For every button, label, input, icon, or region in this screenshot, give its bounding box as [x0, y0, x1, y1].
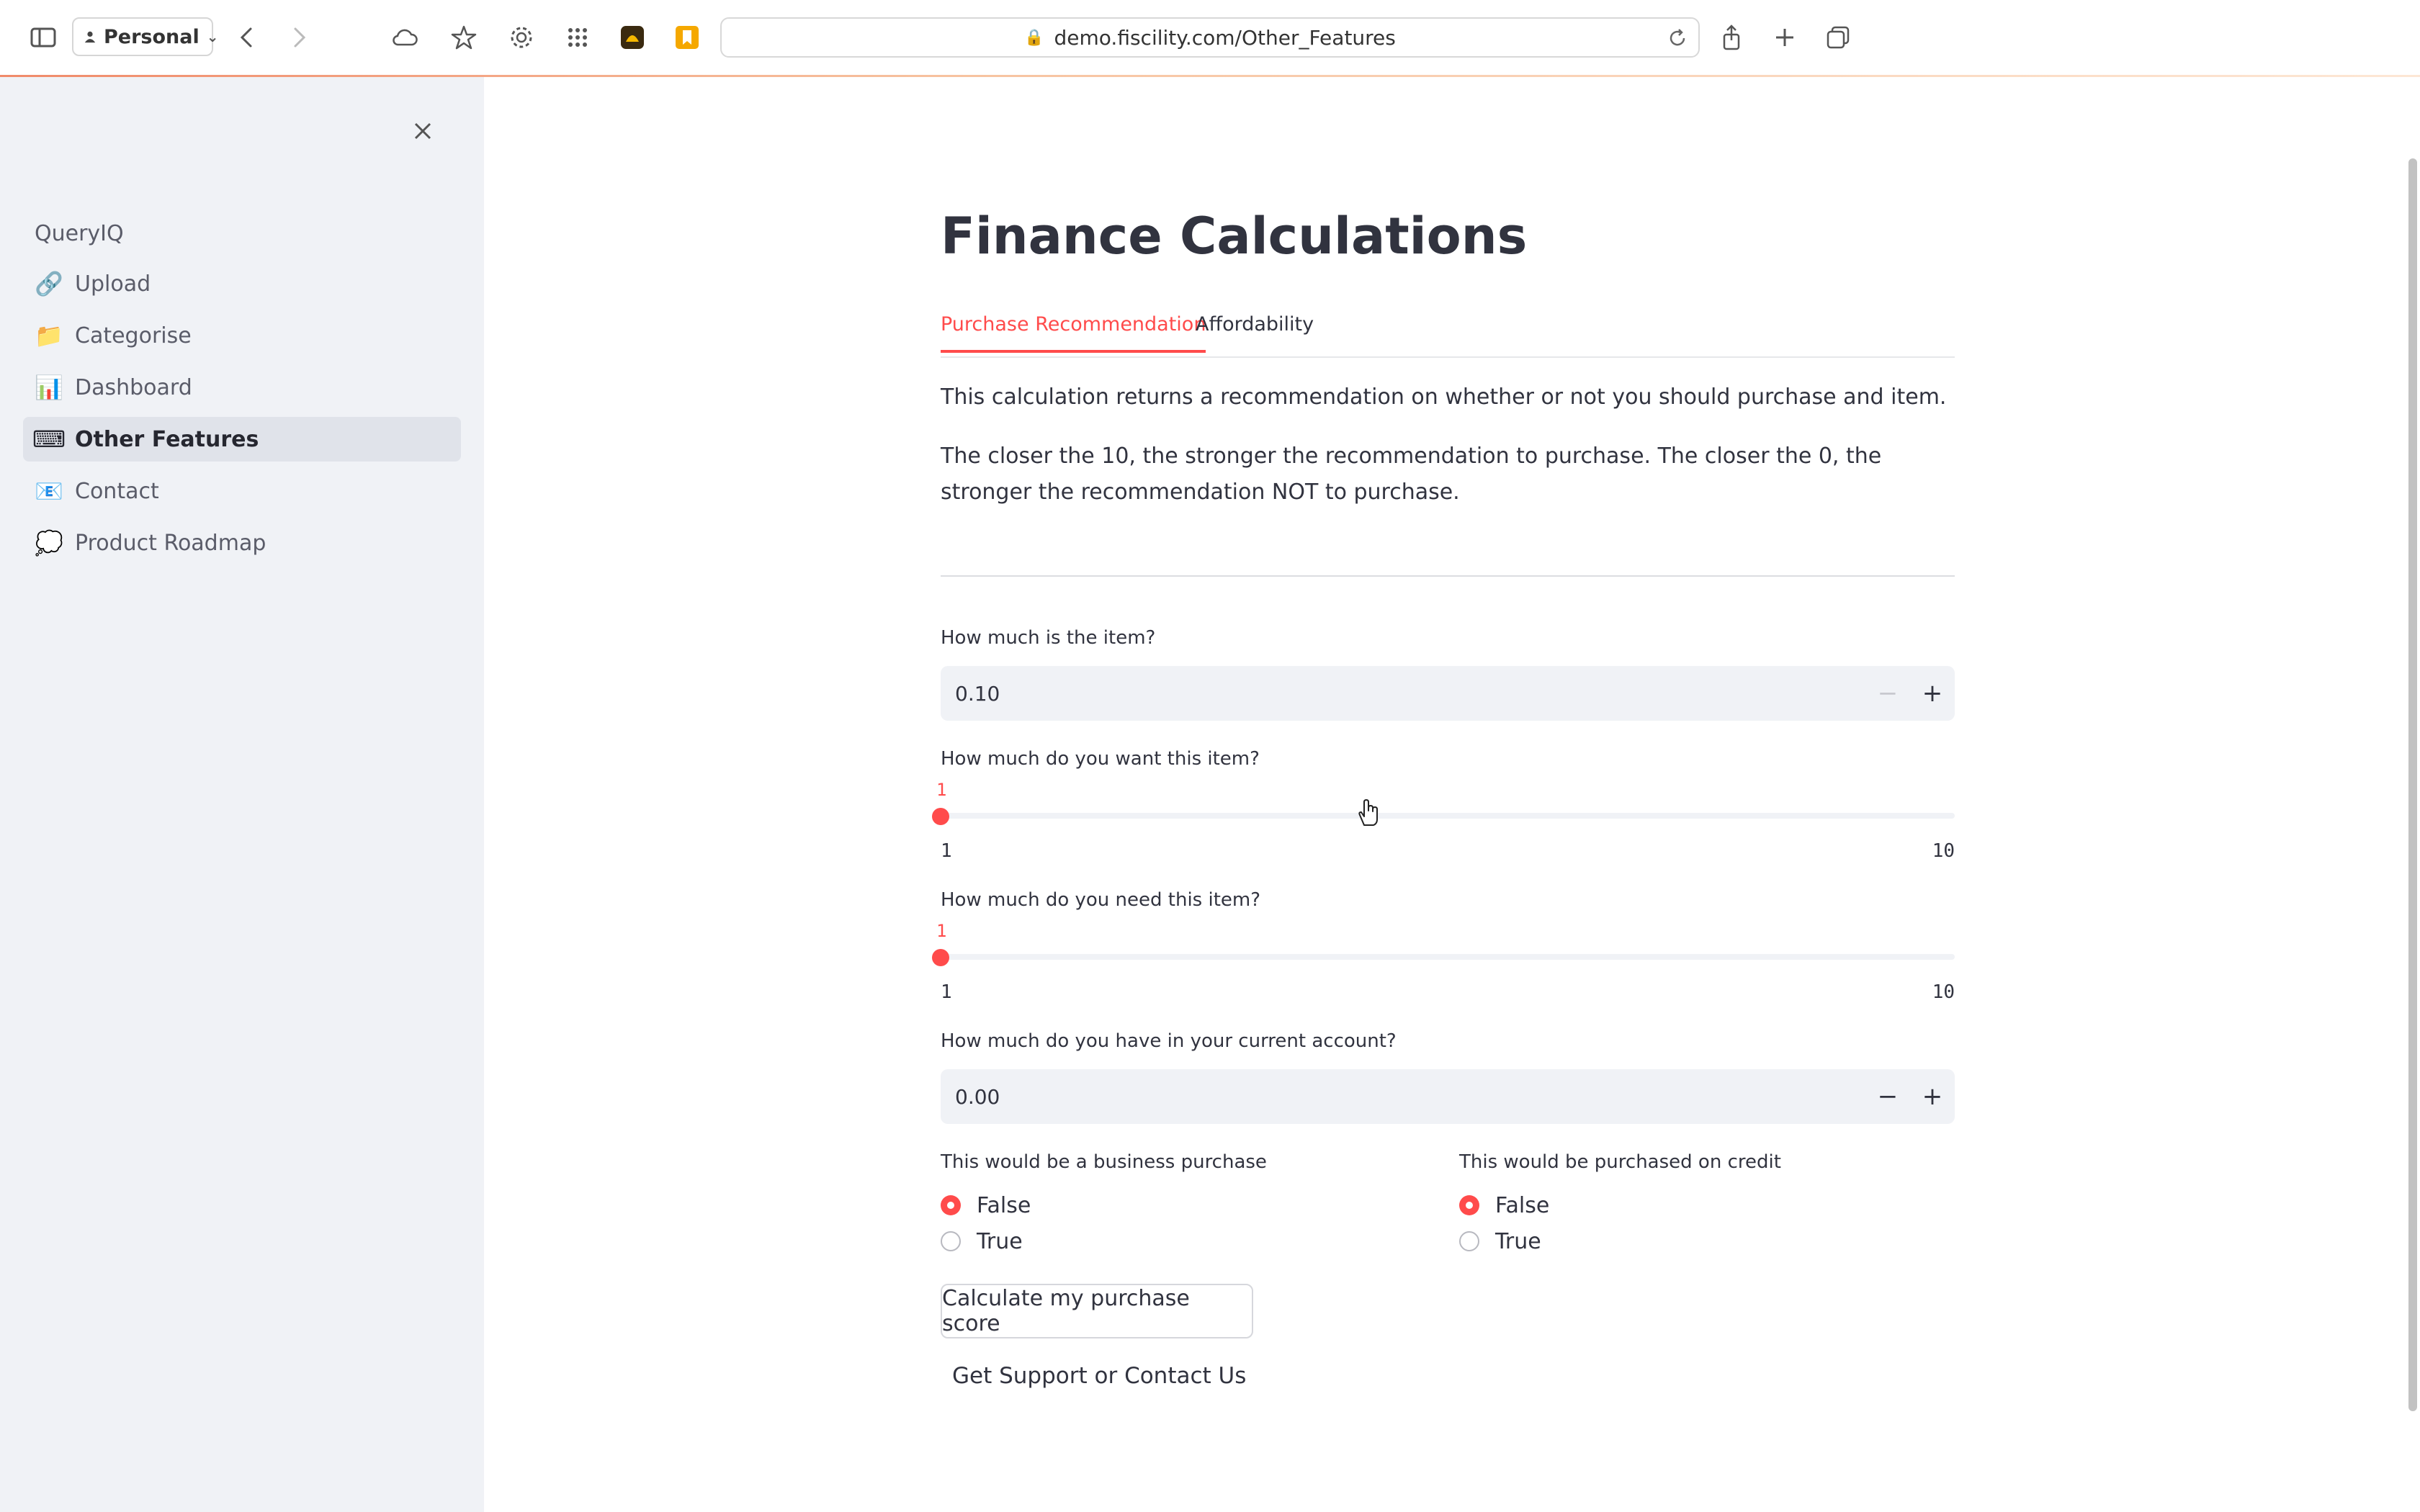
business-purchase-label: This would be a business purchase — [941, 1151, 1267, 1173]
item-price-decrement-button[interactable]: − — [1865, 666, 1910, 721]
share-icon[interactable] — [1713, 19, 1750, 56]
radio-option-label: False — [1495, 1192, 1550, 1218]
browser-toolbar: Personal ⌄ 🔒 demo.fiscility.com/Other_Fe… — [0, 0, 2420, 77]
bookmark-icon[interactable] — [668, 19, 706, 56]
chevron-down-icon: ⌄ — [206, 28, 219, 45]
sidebar-item-label: Dashboard — [75, 374, 192, 400]
sidebar-item-label: Product Roadmap — [75, 530, 266, 556]
sidebar-toggle-icon[interactable] — [24, 19, 62, 56]
item-price-input[interactable]: 0.10 − + — [941, 666, 1955, 721]
gear-icon[interactable] — [503, 19, 540, 56]
tab-affordability[interactable]: Affordability — [1196, 313, 1314, 350]
item-price-value[interactable]: 0.10 — [941, 682, 1865, 706]
forward-icon[interactable] — [279, 19, 317, 56]
divider — [941, 575, 1955, 577]
cloud-icon[interactable] — [386, 19, 424, 56]
credit-purchase-option-true[interactable]: True — [1459, 1223, 1781, 1259]
close-sidebar-icon[interactable] — [405, 113, 441, 149]
address-bar[interactable]: 🔒 demo.fiscility.com/Other_Features — [720, 17, 1700, 58]
radio-option-label: True — [977, 1228, 1023, 1254]
folder-icon: 📁 — [35, 322, 63, 349]
sidebar-item-label: Other Features — [75, 426, 259, 452]
extension-icon[interactable] — [614, 19, 651, 56]
thought-bubble-icon: 💭 — [35, 529, 63, 557]
hand-cursor-icon — [1358, 799, 1378, 826]
sidebar-item-label: Categorise — [75, 323, 192, 348]
radio-option-label: False — [977, 1192, 1031, 1218]
bar-chart-icon: 📊 — [35, 374, 63, 401]
slider-max-label: 10 — [1932, 981, 1955, 1003]
sidebar-nav: 🔗 Upload 📁 Categorise 📊 Dashboard ⌨ Othe… — [23, 261, 461, 572]
sidebar-item-contact[interactable]: 📧 Contact — [23, 469, 461, 513]
credit-purchase-option-false[interactable]: False — [1459, 1187, 1781, 1223]
sidebar-item-label: Upload — [75, 271, 151, 297]
need-slider[interactable]: 1 1 10 — [932, 921, 1955, 1003]
lock-icon: 🔒 — [1024, 28, 1044, 47]
star-icon[interactable] — [445, 19, 483, 56]
sidebar-item-dashboard[interactable]: 📊 Dashboard — [23, 365, 461, 410]
sidebar-item-categorise[interactable]: 📁 Categorise — [23, 313, 461, 358]
slider-min-label: 1 — [941, 840, 952, 862]
slider-track[interactable] — [941, 954, 1955, 960]
slider-current-value: 1 — [936, 921, 947, 941]
radio-unselected-icon[interactable] — [941, 1231, 961, 1251]
profile-label: Personal — [104, 25, 200, 48]
current-account-decrement-button[interactable]: − — [1865, 1069, 1910, 1124]
radio-selected-icon[interactable] — [941, 1195, 961, 1215]
credit-purchase-radio-group: This would be purchased on credit False … — [1459, 1151, 1781, 1259]
tab-bar: Purchase Recommendation Affordability — [941, 297, 1955, 358]
item-price-increment-button[interactable]: + — [1910, 666, 1955, 721]
slider-current-value: 1 — [936, 780, 947, 800]
email-icon: 📧 — [35, 477, 63, 505]
business-purchase-radio-group: This would be a business purchase False … — [941, 1151, 1267, 1259]
business-purchase-option-false[interactable]: False — [941, 1187, 1267, 1223]
tab-overview-icon[interactable] — [1819, 19, 1857, 56]
sidebar-item-other-features[interactable]: ⌨ Other Features — [23, 417, 461, 462]
radio-option-label: True — [1495, 1228, 1541, 1254]
support-link[interactable]: Get Support or Contact Us — [952, 1363, 1246, 1389]
sidebar-item-product-roadmap[interactable]: 💭 Product Roadmap — [23, 521, 461, 565]
profile-button[interactable]: Personal ⌄ — [72, 17, 219, 56]
calculate-score-button[interactable]: Calculate my purchase score — [941, 1284, 1253, 1338]
slider-min-label: 1 — [941, 981, 952, 1003]
slider-max-label: 10 — [1932, 840, 1955, 862]
want-slider-label: How much do you want this item? — [941, 748, 1260, 770]
business-purchase-option-true[interactable]: True — [941, 1223, 1267, 1259]
back-icon[interactable] — [229, 19, 266, 56]
radio-selected-icon[interactable] — [1459, 1195, 1479, 1215]
sidebar-item-upload[interactable]: 🔗 Upload — [23, 261, 461, 306]
sidebar-item-label: Contact — [75, 478, 159, 504]
keyboard-icon: ⌨ — [32, 426, 66, 453]
explanation-text: The closer the 10, the stronger the reco… — [941, 444, 1882, 505]
sidebar: QueryIQ 🔗 Upload 📁 Categorise 📊 Dashboar… — [0, 77, 484, 1512]
current-account-label: How much do you have in your current acc… — [941, 1030, 1397, 1052]
apps-grid-icon[interactable] — [559, 19, 596, 56]
intro-text: This calculation returns a recommendatio… — [941, 384, 1947, 410]
slider-thumb[interactable] — [932, 808, 949, 825]
url-text: demo.fiscility.com/Other_Features — [1054, 25, 1396, 50]
current-account-value[interactable]: 0.00 — [941, 1085, 1865, 1109]
radio-unselected-icon[interactable] — [1459, 1231, 1479, 1251]
page-scrollbar[interactable] — [2408, 158, 2417, 1411]
tab-purchase-recommendation[interactable]: Purchase Recommendation — [941, 313, 1206, 353]
new-tab-icon[interactable] — [1766, 19, 1803, 56]
need-slider-label: How much do you need this item? — [941, 889, 1261, 911]
reload-icon[interactable] — [1664, 24, 1691, 52]
slider-track[interactable] — [941, 813, 1955, 819]
credit-purchase-label: This would be purchased on credit — [1459, 1151, 1781, 1173]
link-icon: 🔗 — [35, 270, 63, 297]
app-name: QueryIQ — [35, 221, 124, 246]
want-slider[interactable]: 1 1 10 — [932, 780, 1955, 862]
person-icon — [84, 26, 97, 48]
slider-thumb[interactable] — [932, 949, 949, 966]
current-account-increment-button[interactable]: + — [1910, 1069, 1955, 1124]
current-account-input[interactable]: 0.00 − + — [941, 1069, 1955, 1124]
item-price-label: How much is the item? — [941, 627, 1156, 649]
page-title: Finance Calculations — [941, 207, 1528, 266]
